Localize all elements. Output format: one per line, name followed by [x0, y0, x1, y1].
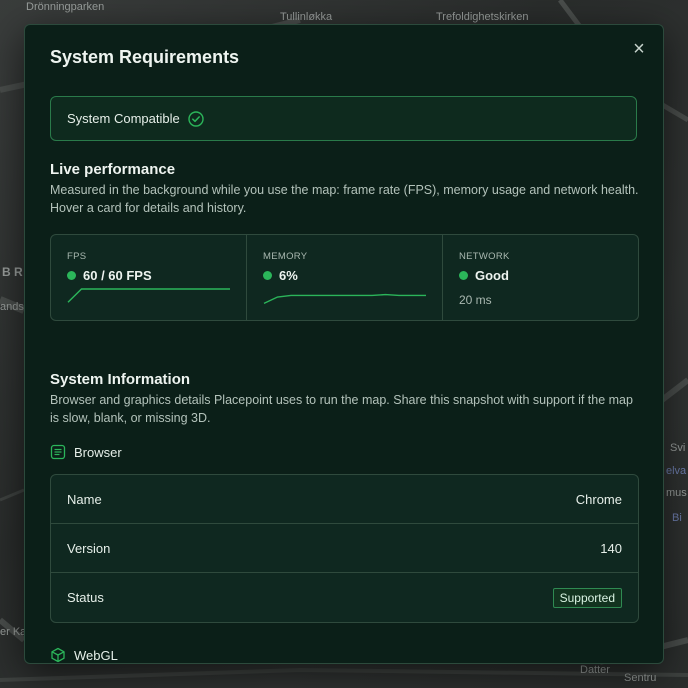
live-performance-title: Live performance: [50, 161, 176, 178]
table-row: Version 140: [51, 524, 638, 573]
fps-value: 60 / 60 FPS: [83, 268, 152, 283]
network-latency: 20 ms: [459, 293, 492, 307]
check-circle-icon: [188, 110, 204, 127]
live-performance-description: Measured in the background while you use…: [50, 183, 639, 215]
browser-heading-label: Browser: [74, 444, 122, 460]
dialog-title: System Requirements: [50, 47, 240, 67]
map-label: elva: [666, 465, 687, 477]
performance-cards: FPS 60 / 60 FPS MEMORY 6% NETWORK Good 2…: [50, 234, 639, 321]
table-row: Name Chrome: [51, 475, 638, 524]
row-value: Chrome: [575, 491, 622, 507]
map-label: Datter: [580, 664, 610, 676]
network-label: NETWORK: [459, 251, 510, 262]
browser-heading: Browser: [50, 444, 122, 460]
row-key: Status: [67, 590, 104, 605]
webgl-heading-label: WebGL: [74, 647, 118, 663]
system-information-description: Browser and graphics details Placepoint …: [50, 393, 633, 425]
memory-card[interactable]: MEMORY 6%: [247, 235, 443, 320]
map-label: er Ka: [0, 626, 27, 638]
system-information-title: System Information: [50, 371, 191, 388]
map-label: Svi: [670, 442, 686, 454]
map-label: Bi: [672, 512, 682, 524]
row-value: 140: [600, 540, 622, 556]
fps-sparkline: [67, 288, 230, 303]
memory-sparkline-line: [263, 293, 426, 305]
fps-label: FPS: [67, 251, 87, 262]
cube-icon: [51, 647, 65, 663]
webgl-heading: WebGL: [50, 647, 118, 663]
memory-sparkline: [263, 293, 426, 305]
map-label: mus: [666, 487, 687, 499]
row-key: Version: [67, 540, 111, 556]
fps-value-row: 60 / 60 FPS: [67, 268, 230, 283]
map-label: Sentru: [624, 672, 657, 684]
map-label: Trefoldighetskirken: [436, 11, 529, 23]
fps-sparkline-line: [67, 288, 230, 303]
memory-value: 6%: [279, 268, 298, 283]
compatibility-banner: System Compatible: [50, 96, 637, 141]
status-badge: Supported: [552, 587, 622, 608]
network-card[interactable]: NETWORK Good 20 ms: [443, 235, 638, 320]
list-icon: [50, 444, 66, 460]
close-button[interactable]: ×: [629, 39, 649, 59]
compatibility-text: System Compatible: [67, 111, 180, 126]
network-value-row: Good: [459, 268, 622, 283]
system-requirements-dialog: × System Requirements System Compatible …: [24, 24, 664, 664]
network-value: Good: [475, 268, 509, 283]
map-label: Drönningparken: [26, 1, 105, 13]
row-key: Name: [67, 491, 102, 507]
memory-label: MEMORY: [263, 251, 308, 262]
browser-info-table: Name Chrome Version 140 Status Supported: [50, 474, 639, 623]
status-dot-icon: [459, 271, 468, 280]
fps-card[interactable]: FPS 60 / 60 FPS: [51, 235, 247, 320]
status-dot-icon: [263, 271, 272, 280]
table-row: Status Supported: [51, 573, 638, 622]
map-label: ands: [0, 301, 24, 313]
map-label: Tullinløkka: [280, 11, 333, 23]
map-label: B R: [2, 265, 23, 279]
status-dot-icon: [67, 271, 76, 280]
memory-value-row: 6%: [263, 268, 426, 283]
